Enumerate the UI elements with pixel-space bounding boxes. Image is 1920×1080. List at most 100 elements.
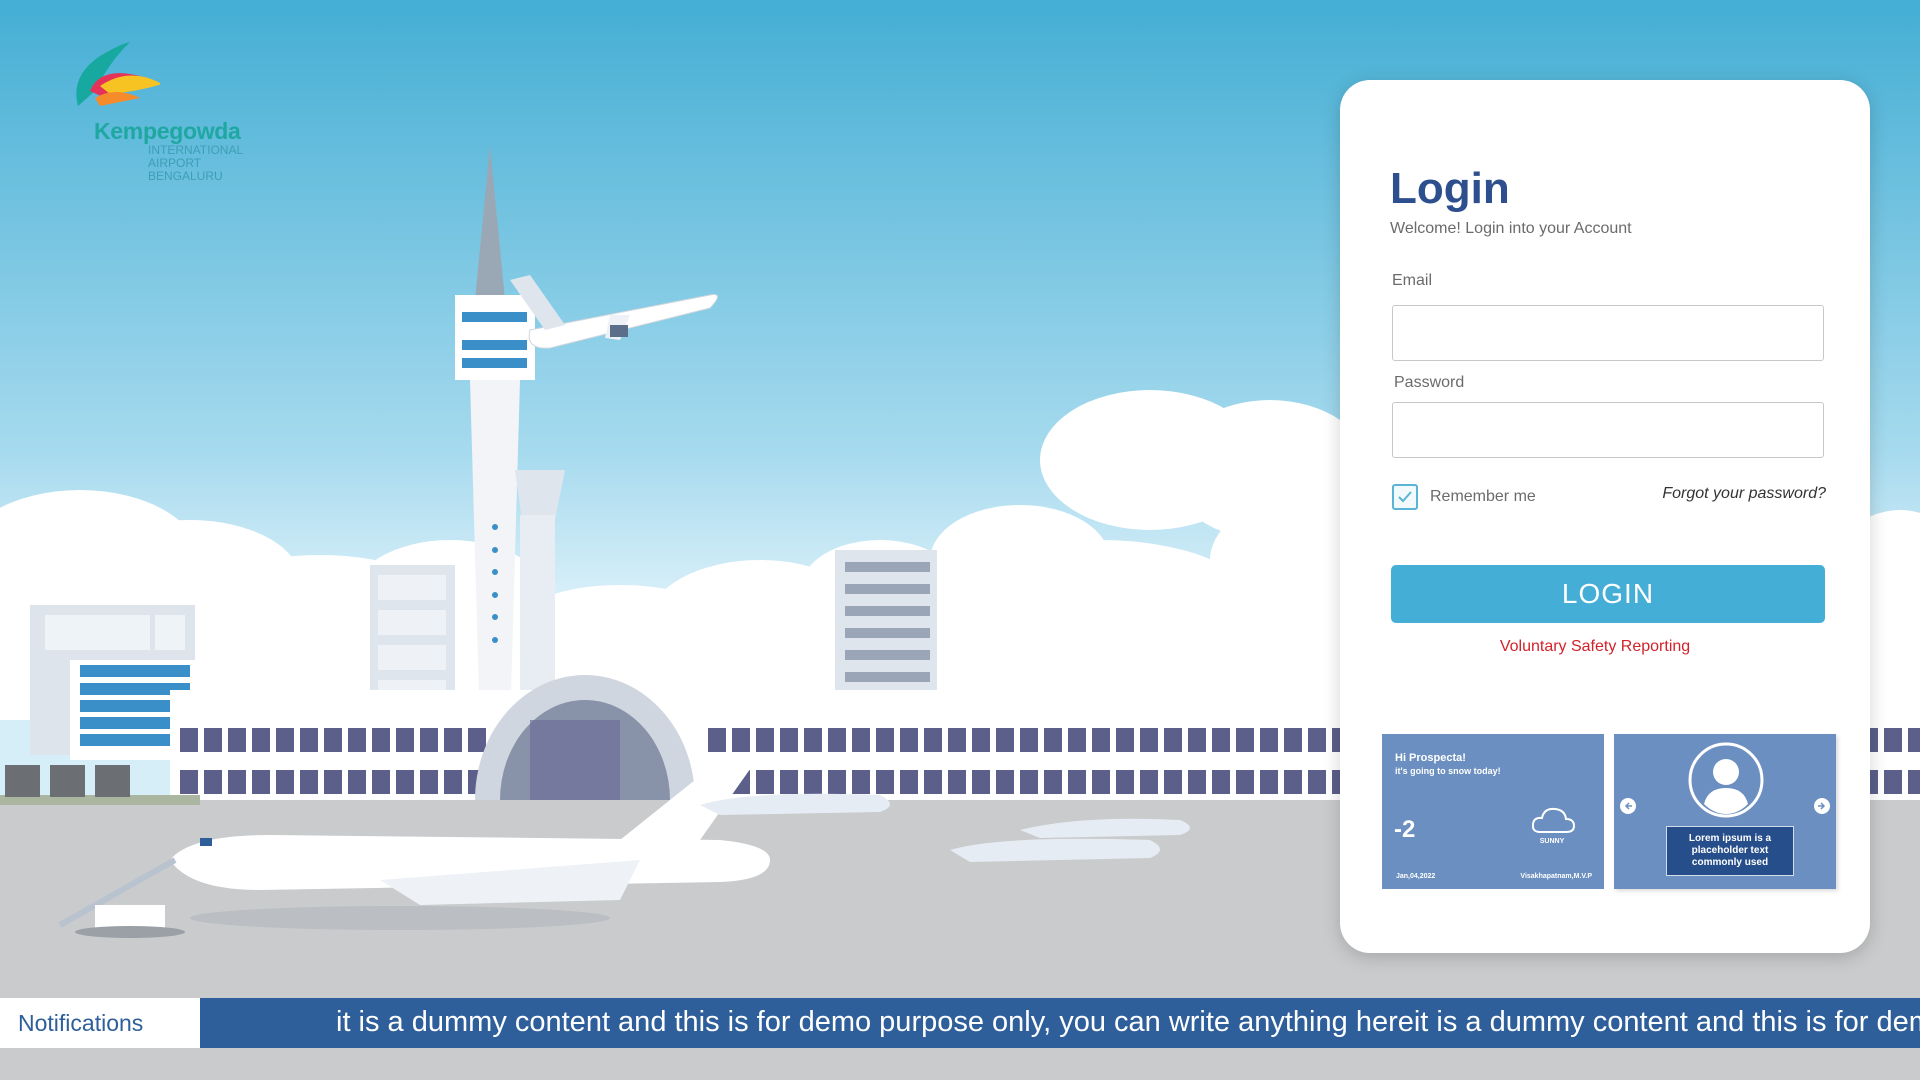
terminal-window [1284,770,1302,794]
remember-me-label: Remember me [1430,488,1536,505]
terminal-window [1020,728,1038,752]
terminal-window [1260,770,1278,794]
profile-widget: Lorem ipsum is a placeholder text common… [1614,734,1836,889]
terminal-window [276,770,294,794]
terminal-window [996,770,1014,794]
terminal-window [1164,770,1182,794]
terminal-window [924,770,942,794]
arrow-right-icon [1818,802,1826,810]
terminal-window [1044,728,1062,752]
terminal-window [1188,728,1206,752]
weather-widget: Hi Prospecta! it's going to snow today! … [1382,734,1604,889]
brand-name: Kempegowda [94,118,241,144]
notifications-ticker: it is a dummy content and this is for de… [336,1006,1920,1038]
terminal-window [420,770,438,794]
terminal-window [444,728,462,752]
terminal-window [780,770,798,794]
profile-placeholder-text: Lorem ipsum is a placeholder text common… [1666,826,1794,876]
login-title: Login [1390,164,1510,213]
weather-condition: SUNNY [1539,838,1565,845]
weather-location: Visakhapatnam,M.V.P [1520,873,1592,880]
terminal-window [732,728,750,752]
login-subtitle: Welcome! Login into your Account [1390,220,1632,237]
cloud-icon [1531,807,1576,833]
password-field[interactable] [1392,402,1824,458]
terminal-window [804,770,822,794]
login-button[interactable]: LOGIN [1391,565,1825,623]
terminal-window [372,728,390,752]
airport-logo: Kempegowda INTERNATIONAL AIRPORT BENGALU… [70,36,270,186]
terminal-window [804,728,822,752]
logo-mark-icon [76,42,160,106]
terminal-window [228,728,246,752]
brand-subtitle: INTERNATIONAL AIRPORT BENGALURU [148,144,243,183]
terminal-window [828,770,846,794]
login-card: Login Welcome! Login into your Account E… [1340,80,1870,953]
terminal-window [1884,728,1902,752]
terminal-window [996,728,1014,752]
terminal-window [876,770,894,794]
terminal-window [1236,728,1254,752]
terminal-window [1116,770,1134,794]
remember-me-checkbox[interactable] [1392,484,1418,510]
arrow-left-icon [1624,802,1632,810]
terminal-window [1068,728,1086,752]
terminal-window [828,728,846,752]
terminal-window [900,728,918,752]
terminal-window [324,728,342,752]
weather-date: Jan,04,2022 [1396,873,1436,880]
terminal-window [948,770,966,794]
user-avatar-icon [1688,742,1764,818]
footer-strip [0,1048,1920,1080]
weather-message: it's going to snow today! [1395,766,1501,776]
weather-greeting: Hi Prospecta! [1395,752,1466,764]
notifications-label[interactable]: Notifications [0,998,200,1048]
voluntary-safety-reporting-link[interactable]: Voluntary Safety Reporting [1500,638,1690,656]
terminal-window [252,770,270,794]
terminal-window [948,728,966,752]
terminal-window [1164,728,1182,752]
terminal-window [972,728,990,752]
terminal-window [780,728,798,752]
terminal-window [204,770,222,794]
email-label: Email [1392,272,1433,289]
terminal-window [324,770,342,794]
brand-subtitle-line: BENGALURU [148,169,223,183]
terminal-window [1884,770,1902,794]
weather-temperature: -2 [1394,816,1416,843]
carousel-prev-button[interactable] [1620,798,1636,814]
terminal-window [348,770,366,794]
terminal-window [1140,770,1158,794]
forgot-password-link[interactable]: Forgot your password? [1662,485,1826,503]
terminal-window [1044,770,1062,794]
terminal-window [228,770,246,794]
terminal-window [1188,770,1206,794]
terminal-window [852,770,870,794]
terminal-window [300,770,318,794]
terminal-window [972,770,990,794]
terminal-window [756,728,774,752]
terminal-window [276,728,294,752]
email-field[interactable] [1392,305,1824,361]
safety-reporting-link-row: Voluntary Safety Reporting [1340,638,1870,656]
terminal-window [1068,770,1086,794]
terminal-window [876,728,894,752]
terminal-window [708,728,726,752]
terminal-window [1092,770,1110,794]
terminal-window [1020,770,1038,794]
terminal-window [1116,728,1134,752]
terminal-window [1236,770,1254,794]
terminal-window [900,770,918,794]
terminal-window [1260,728,1278,752]
terminal-window [396,770,414,794]
remember-me-toggle[interactable]: Remember me [1392,484,1536,510]
terminal-window [468,728,486,752]
terminal-window [372,770,390,794]
carousel-next-button[interactable] [1814,798,1830,814]
terminal-window [180,728,198,752]
terminal-window [1212,728,1230,752]
terminal-window [1308,728,1326,752]
terminal-window [756,770,774,794]
terminal-window [252,728,270,752]
terminal-window [1308,770,1326,794]
